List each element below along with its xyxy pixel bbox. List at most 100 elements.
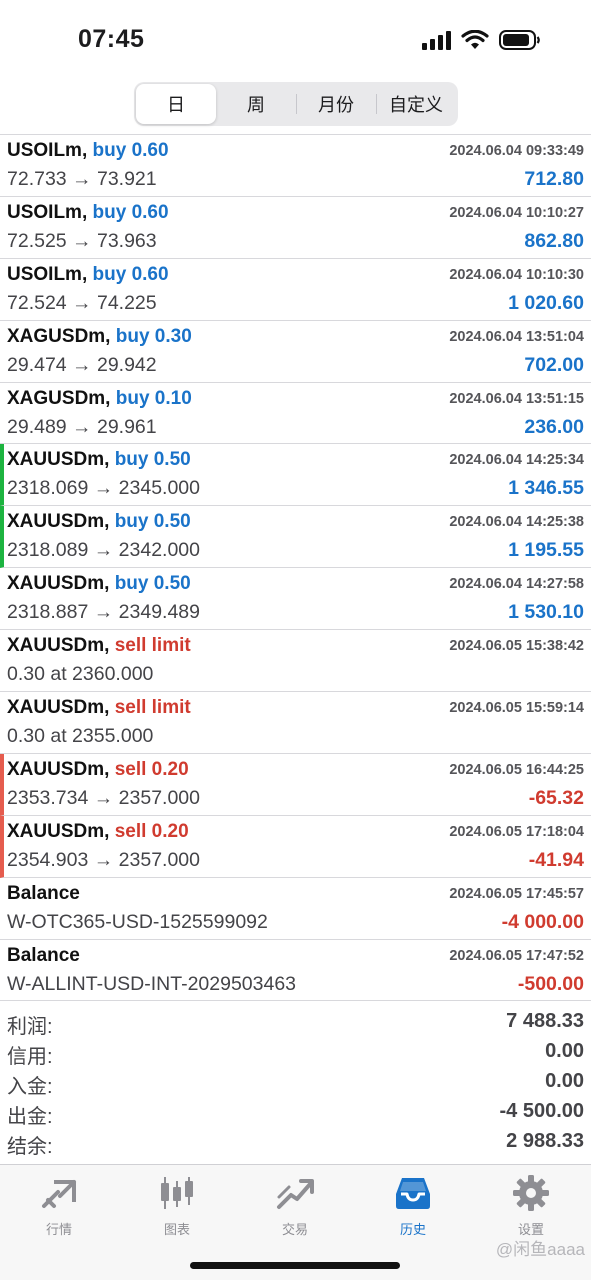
summary-row: 结余: 2 988.33 [0, 1128, 591, 1158]
segment-day[interactable]: 日 [136, 84, 216, 124]
history-row[interactable]: XAUUSDm, sell 0.20 2024.06.05 16:44:25 235… [0, 753, 591, 816]
row-prices: 2354.903 → 2357.000 [7, 848, 201, 871]
row-datetime: 2024.06.05 17:47:52 [449, 947, 584, 964]
segment-custom[interactable]: 自定义 [376, 84, 456, 124]
row-datetime: 2024.06.04 10:10:30 [449, 266, 584, 283]
summary-row: 出金: -4 500.00 [0, 1098, 591, 1128]
row-prices: 29.474 → 29.942 [7, 353, 157, 376]
history-row[interactable]: Balance 2024.06.05 17:45:57 W-OTC365-USD-1… [0, 878, 591, 940]
row-symbol: Balance [7, 945, 80, 967]
history-row[interactable]: XAUUSDm, buy 0.50 2024.06.04 14:25:38 2318… [0, 506, 591, 569]
history-row[interactable]: USOILm, buy 0.60 2024.06.04 10:10:27 72.52… [0, 197, 591, 259]
row-symbol: XAUUSDm, sell limit [7, 697, 191, 719]
row-profit: 1 020.60 [508, 291, 584, 314]
tab-chart-label: 图表 [163, 1222, 190, 1237]
order-type: sell limit [114, 635, 191, 657]
symbol-name: USOILm, [7, 263, 88, 285]
row-profit: -4 000.00 [501, 910, 584, 933]
segment-week[interactable]: 周 [216, 84, 296, 124]
cellular-signal-icon [422, 31, 451, 50]
period-segmented-control: 日 周 月份 自定义 [134, 82, 458, 126]
symbol-name: XAUUSDm, [7, 511, 110, 533]
order-type: sell 0.20 [114, 820, 189, 842]
history-icon [393, 1175, 433, 1211]
row-prices: 72.525 → 73.963 [7, 229, 157, 252]
row-prices: W-ALLINT-USD-INT-2029503463 [7, 972, 297, 995]
order-type: buy 0.60 [92, 140, 169, 161]
summary-value: 0.00 [545, 1040, 584, 1062]
summary-label: 信用: [7, 1046, 53, 1068]
row-profit: -41.94 [528, 848, 584, 871]
order-type: buy 0.30 [115, 325, 192, 347]
row-symbol: XAGUSDm, buy 0.30 [7, 326, 192, 348]
row-datetime: 2024.06.04 13:51:15 [449, 390, 584, 407]
row-datetime: 2024.06.04 10:10:27 [449, 204, 584, 221]
row-datetime: 2024.06.05 15:59:14 [449, 700, 584, 717]
row-datetime: 2024.06.05 17:45:57 [449, 885, 584, 902]
tab-history-label: 历史 [399, 1222, 426, 1237]
history-row[interactable]: XAUUSDm, buy 0.50 2024.06.04 14:25:34 2318… [0, 444, 591, 507]
history-row[interactable]: XAUUSDm, sell limit 2024.06.05 15:59:14 0.… [0, 692, 591, 754]
symbol-name: XAUUSDm, [7, 449, 110, 471]
row-symbol: XAUUSDm, sell 0.20 [7, 821, 189, 843]
history-list: USOILm, buy 0.60 2024.06.04 09:33:49 72.73… [0, 134, 591, 1002]
row-datetime: 2024.06.04 14:27:58 [449, 576, 584, 593]
row-datetime: 2024.06.04 13:51:04 [449, 328, 584, 345]
history-row[interactable]: XAUUSDm, buy 0.50 2024.06.04 14:27:58 2318… [0, 568, 591, 631]
summary-value: 2 988.33 [506, 1130, 584, 1152]
row-datetime: 2024.06.05 17:18:04 [449, 823, 584, 840]
tab-history[interactable]: 历史 [354, 1175, 472, 1238]
symbol-name: XAUUSDm, [7, 820, 110, 842]
summary-value: 0.00 [545, 1070, 584, 1092]
tab-settings[interactable]: 设置 [472, 1175, 590, 1238]
row-symbol: USOILm, buy 0.60 [7, 264, 169, 286]
order-type: sell 0.20 [114, 758, 189, 780]
tab-trade[interactable]: 交易 [236, 1175, 354, 1238]
watermark: @闲鱼aaaa [495, 1240, 585, 1259]
quotes-icon [39, 1175, 79, 1211]
tab-trade-label: 交易 [281, 1222, 308, 1237]
symbol-name: XAUUSDm, [7, 573, 110, 595]
order-type: buy 0.60 [92, 263, 169, 285]
summary-row: 入金: 0.00 [0, 1068, 591, 1098]
order-type: buy 0.60 [92, 201, 169, 223]
history-row[interactable]: USOILm, buy 0.60 2024.06.04 09:33:49 72.73… [0, 135, 591, 197]
row-profit: 1 530.10 [508, 601, 584, 624]
history-row[interactable]: USOILm, buy 0.60 2024.06.04 10:10:30 72.52… [0, 259, 591, 321]
chart-icon [157, 1175, 197, 1211]
symbol-name: USOILm, [7, 140, 88, 161]
row-prices: 2318.089 → 2342.000 [7, 539, 201, 562]
row-prices: 72.733 → 73.921 [7, 168, 157, 190]
tab-chart[interactable]: 图表 [118, 1175, 236, 1238]
history-row[interactable]: XAGUSDm, buy 0.10 2024.06.04 13:51:15 29.4… [0, 383, 591, 445]
row-profit: 862.80 [524, 229, 584, 252]
history-row[interactable]: Balance 2024.06.05 17:47:52 W-ALLINT-USD-I… [0, 940, 591, 1002]
summary-value: 7 488.33 [506, 1010, 584, 1032]
order-type: sell limit [114, 697, 191, 719]
history-row[interactable]: XAGUSDm, buy 0.30 2024.06.04 13:51:04 29.4… [0, 321, 591, 383]
history-row[interactable]: XAUUSDm, sell 0.20 2024.06.05 17:18:04 235… [0, 815, 591, 878]
account-summary: 利润: 7 488.33 信用: 0.00 入金: 0.00 出金: -4 500.00 结余:… [0, 1008, 591, 1158]
row-profit: 702.00 [524, 353, 584, 376]
row-datetime: 2024.06.05 16:44:25 [449, 761, 584, 778]
tab-quotes[interactable]: 行情 [0, 1175, 118, 1238]
history-row[interactable]: XAUUSDm, sell limit 2024.06.05 15:38:42 0.… [0, 630, 591, 693]
row-datetime: 2024.06.04 09:33:49 [449, 143, 584, 159]
segment-month[interactable]: 月份 [296, 84, 376, 124]
row-prices: 2353.734 → 2357.000 [7, 786, 201, 809]
symbol-name: Balance [7, 944, 80, 966]
row-profit: 236.00 [524, 415, 584, 438]
row-datetime: 2024.06.04 14:25:34 [449, 452, 584, 469]
symbol-name: XAUUSDm, [7, 758, 110, 780]
order-type: buy 0.10 [115, 387, 192, 409]
home-indicator[interactable] [190, 1262, 400, 1269]
summary-label: 出金: [7, 1106, 53, 1128]
summary-label: 入金: [7, 1076, 53, 1098]
symbol-name: XAUUSDm, [7, 635, 110, 657]
row-symbol: USOILm, buy 0.60 [7, 202, 169, 224]
row-profit: -65.32 [528, 786, 584, 809]
settings-icon [511, 1175, 551, 1211]
row-prices: 0.30 at 2355.000 [7, 725, 154, 748]
row-symbol: Balance [7, 883, 80, 905]
row-profit: 1 346.55 [508, 477, 584, 500]
